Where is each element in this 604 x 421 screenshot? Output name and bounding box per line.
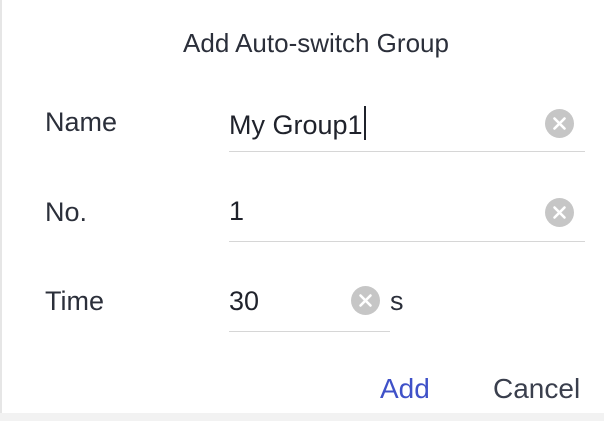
dialog-edge bbox=[0, 0, 2, 421]
clear-icon-glyph bbox=[553, 117, 566, 130]
number-input-value: 1 bbox=[229, 196, 245, 226]
clear-icon[interactable] bbox=[545, 109, 574, 138]
bottom-strip bbox=[0, 413, 604, 421]
number-input[interactable]: 1 bbox=[229, 188, 585, 242]
name-input-value: My Group1 bbox=[229, 110, 363, 140]
time-unit: s bbox=[390, 286, 404, 316]
time-input-value: 30 bbox=[229, 286, 260, 316]
name-label: Name bbox=[45, 107, 118, 137]
add-button[interactable]: Add bbox=[380, 373, 430, 405]
clear-icon-glyph bbox=[359, 294, 372, 307]
clear-icon-glyph bbox=[553, 206, 566, 219]
time-input[interactable]: 30 bbox=[229, 278, 390, 332]
name-input[interactable]: My Group1 bbox=[229, 98, 585, 152]
cancel-button[interactable]: Cancel bbox=[493, 373, 580, 405]
dialog-title: Add Auto-switch Group bbox=[183, 28, 449, 58]
clear-icon[interactable] bbox=[351, 286, 380, 315]
time-label: Time bbox=[45, 286, 104, 316]
clear-icon[interactable] bbox=[545, 198, 574, 227]
name-input-value-wrap: My Group1 bbox=[229, 106, 366, 141]
text-caret bbox=[363, 106, 366, 140]
add-auto-switch-group-dialog: Add Auto-switch Group Name My Group1 No.… bbox=[0, 0, 604, 421]
number-label: No. bbox=[45, 197, 88, 227]
